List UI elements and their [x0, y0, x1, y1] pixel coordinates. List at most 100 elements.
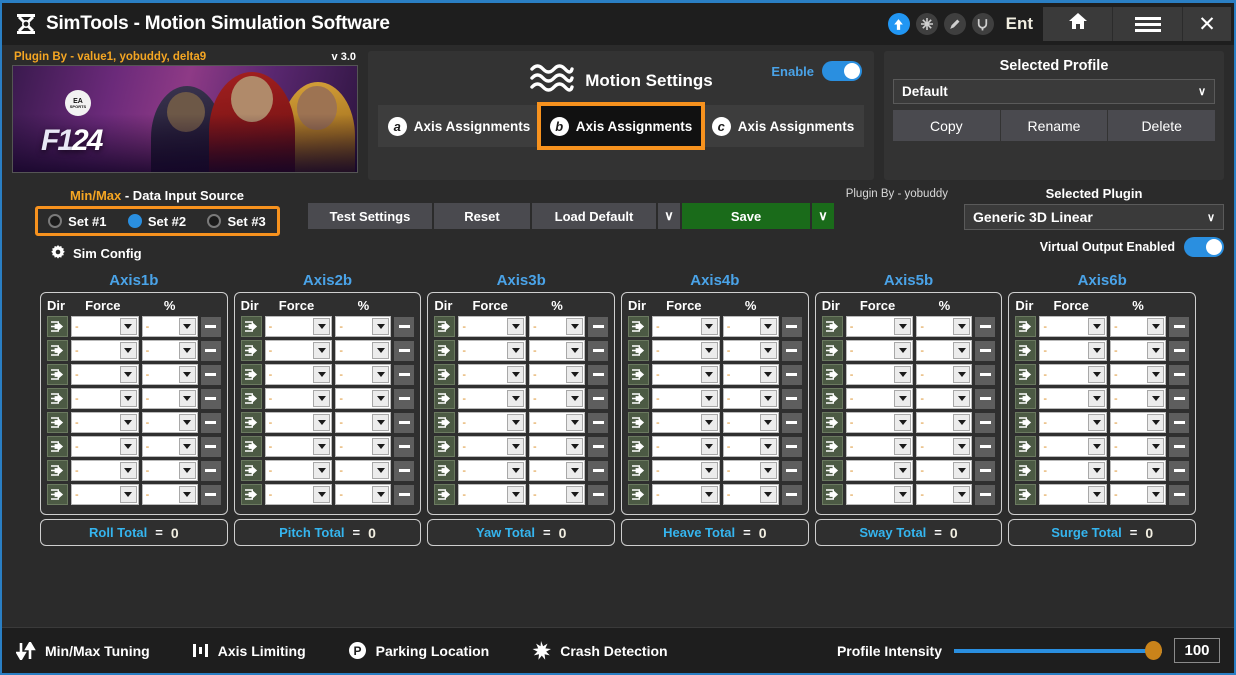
minus-icon[interactable]	[1169, 460, 1190, 481]
force-dropdown[interactable]: -	[1039, 364, 1108, 385]
direction-arrow-icon[interactable]	[434, 436, 456, 457]
force-dropdown[interactable]: -	[845, 436, 914, 457]
percent-dropdown[interactable]: -	[335, 316, 392, 337]
minus-icon[interactable]	[1169, 436, 1190, 457]
minus-icon[interactable]	[394, 316, 415, 337]
minus-icon[interactable]	[588, 316, 609, 337]
minus-icon[interactable]	[1169, 388, 1190, 409]
minus-icon[interactable]	[975, 484, 996, 505]
minus-icon[interactable]	[781, 412, 802, 433]
percent-dropdown[interactable]: -	[335, 412, 392, 433]
direction-arrow-icon[interactable]	[821, 388, 843, 409]
minus-icon[interactable]	[200, 460, 221, 481]
direction-arrow-icon[interactable]	[434, 388, 456, 409]
direction-arrow-icon[interactable]	[240, 316, 262, 337]
test-settings-button[interactable]: Test Settings	[308, 203, 432, 229]
slider-handle[interactable]	[1145, 641, 1162, 660]
enable-toggle[interactable]	[822, 61, 862, 81]
force-dropdown[interactable]: -	[652, 484, 720, 505]
radio-set-3[interactable]: Set #3	[207, 214, 266, 229]
pencil-icon[interactable]	[943, 13, 966, 35]
minus-icon[interactable]	[781, 340, 802, 361]
force-dropdown[interactable]: -	[264, 484, 333, 505]
minus-icon[interactable]	[1169, 316, 1190, 337]
force-dropdown[interactable]: -	[458, 340, 527, 361]
minus-icon[interactable]	[394, 388, 415, 409]
direction-arrow-icon[interactable]	[240, 340, 262, 361]
force-dropdown[interactable]: -	[71, 364, 139, 385]
percent-dropdown[interactable]: -	[916, 460, 973, 481]
plugin-dropdown[interactable]: Generic 3D Linear ∨	[964, 204, 1224, 230]
percent-dropdown[interactable]: -	[141, 364, 198, 385]
percent-dropdown[interactable]: -	[722, 316, 779, 337]
minus-icon[interactable]	[200, 436, 221, 457]
direction-arrow-icon[interactable]	[47, 340, 68, 361]
direction-arrow-icon[interactable]	[47, 412, 68, 433]
minus-icon[interactable]	[200, 340, 221, 361]
direction-arrow-icon[interactable]	[821, 460, 843, 481]
direction-arrow-icon[interactable]	[434, 340, 456, 361]
percent-dropdown[interactable]: -	[916, 388, 973, 409]
force-dropdown[interactable]: -	[458, 412, 527, 433]
force-dropdown[interactable]: -	[458, 364, 527, 385]
percent-dropdown[interactable]: -	[141, 316, 198, 337]
minus-icon[interactable]	[394, 436, 415, 457]
percent-dropdown[interactable]: -	[1110, 316, 1167, 337]
crash-detection-button[interactable]: Crash Detection	[531, 640, 668, 661]
direction-arrow-icon[interactable]	[240, 388, 262, 409]
minus-icon[interactable]	[1169, 412, 1190, 433]
force-dropdown[interactable]: -	[652, 316, 720, 337]
minus-icon[interactable]	[975, 364, 996, 385]
force-dropdown[interactable]: -	[652, 388, 720, 409]
minus-icon[interactable]	[1169, 484, 1190, 505]
minus-icon[interactable]	[588, 388, 609, 409]
minus-icon[interactable]	[394, 484, 415, 505]
direction-arrow-icon[interactable]	[628, 388, 650, 409]
delete-profile-button[interactable]: Delete	[1108, 110, 1216, 141]
force-dropdown[interactable]: -	[458, 316, 527, 337]
direction-arrow-icon[interactable]	[1015, 412, 1037, 433]
power-plug-icon[interactable]	[971, 13, 994, 35]
direction-arrow-icon[interactable]	[434, 364, 456, 385]
radio-set-2[interactable]: Set #2	[127, 214, 186, 229]
percent-dropdown[interactable]: -	[722, 436, 779, 457]
direction-arrow-icon[interactable]	[240, 436, 262, 457]
percent-dropdown[interactable]: -	[1110, 484, 1167, 505]
minus-icon[interactable]	[588, 412, 609, 433]
minus-icon[interactable]	[200, 484, 221, 505]
minus-icon[interactable]	[781, 460, 802, 481]
percent-dropdown[interactable]: -	[529, 460, 586, 481]
force-dropdown[interactable]: -	[652, 436, 720, 457]
direction-arrow-icon[interactable]	[47, 388, 68, 409]
percent-dropdown[interactable]: -	[141, 436, 198, 457]
force-dropdown[interactable]: -	[1039, 460, 1108, 481]
force-dropdown[interactable]: -	[71, 388, 139, 409]
minus-icon[interactable]	[1169, 364, 1190, 385]
reset-button[interactable]: Reset	[434, 203, 530, 229]
minus-icon[interactable]	[200, 364, 221, 385]
load-default-button[interactable]: Load Default	[532, 203, 656, 229]
force-dropdown[interactable]: -	[458, 388, 527, 409]
direction-arrow-icon[interactable]	[1015, 436, 1037, 457]
percent-dropdown[interactable]: -	[529, 436, 586, 457]
tab-axis-assignments-a[interactable]: a Axis Assignments	[378, 105, 540, 147]
minus-icon[interactable]	[781, 388, 802, 409]
force-dropdown[interactable]: -	[845, 484, 914, 505]
tab-axis-assignments-b[interactable]: b Axis Assignments	[537, 102, 705, 150]
radio-set-1[interactable]: Set #1	[48, 214, 106, 229]
force-dropdown[interactable]: -	[652, 460, 720, 481]
rename-profile-button[interactable]: Rename	[1000, 110, 1108, 141]
force-dropdown[interactable]: -	[652, 340, 720, 361]
minus-icon[interactable]	[975, 388, 996, 409]
percent-dropdown[interactable]: -	[335, 436, 392, 457]
direction-arrow-icon[interactable]	[240, 412, 262, 433]
percent-dropdown[interactable]: -	[916, 340, 973, 361]
percent-dropdown[interactable]: -	[1110, 460, 1167, 481]
direction-arrow-icon[interactable]	[434, 412, 456, 433]
percent-dropdown[interactable]: -	[335, 484, 392, 505]
force-dropdown[interactable]: -	[1039, 340, 1108, 361]
axis-limiting-button[interactable]: Axis Limiting	[192, 642, 306, 659]
burst-icon[interactable]	[915, 13, 938, 35]
direction-arrow-icon[interactable]	[1015, 316, 1037, 337]
direction-arrow-icon[interactable]	[628, 436, 650, 457]
